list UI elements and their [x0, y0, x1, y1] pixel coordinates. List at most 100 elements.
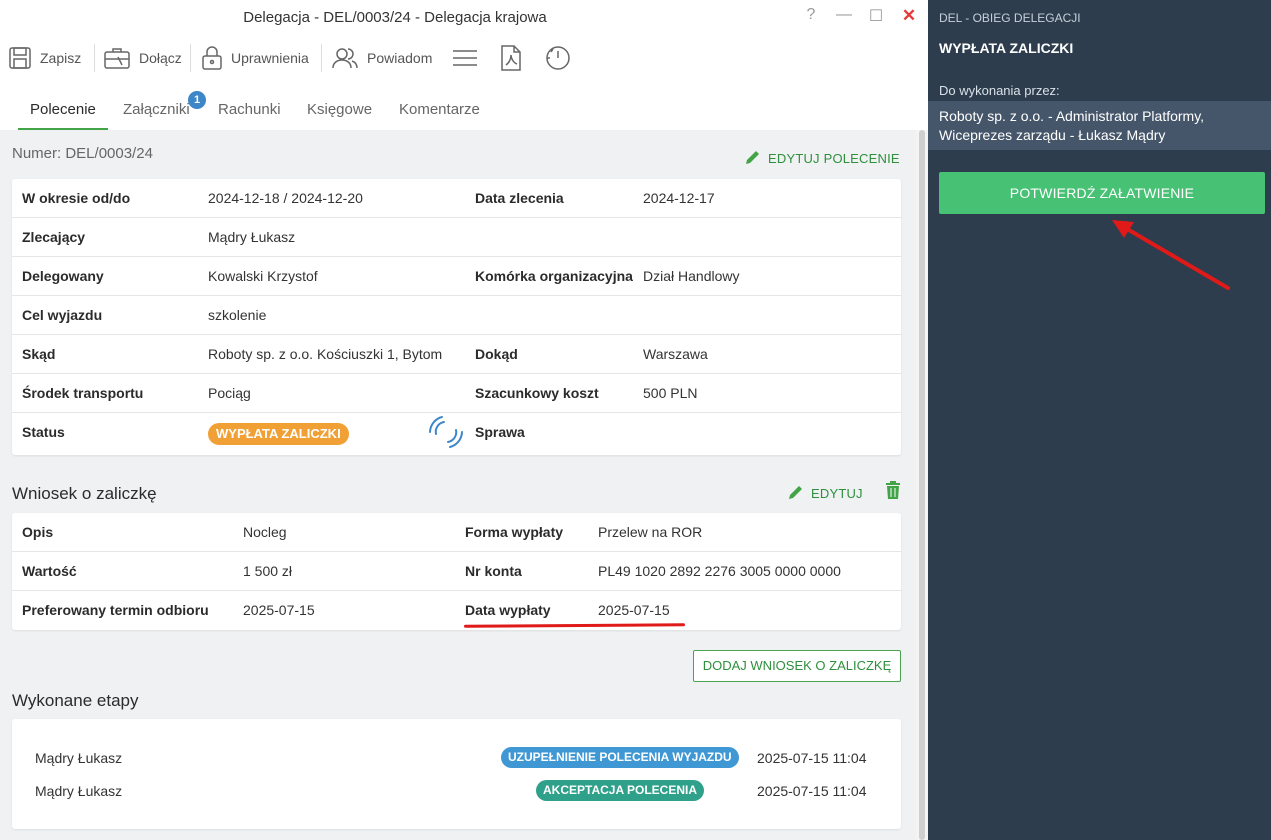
save-icon: [8, 46, 32, 70]
menu-button[interactable]: [452, 38, 478, 78]
field-label: Wartość: [22, 563, 77, 579]
toolbar-divider: [94, 44, 95, 72]
order-row: Skąd Roboty sp. z o.o. Kościuszki 1, Byt…: [12, 335, 901, 374]
order-row: Zlecający Mądry Łukasz: [12, 218, 901, 257]
field-label: Skąd: [22, 346, 56, 362]
field-label: W okresie od/do: [22, 190, 131, 206]
tab-bar: Polecenie Załączniki Rachunki Księgowe K…: [0, 92, 928, 130]
tab-ksiegowe[interactable]: Księgowe: [307, 92, 372, 130]
document-number: Numer: DEL/0003/24: [12, 145, 153, 162]
field-label: Delegowany: [22, 268, 104, 284]
stage-badge: UZUPEŁNIENIE POLECENIA WYJAZDU: [501, 747, 739, 768]
field-label: Sprawa: [475, 424, 525, 440]
pdf-button[interactable]: [500, 38, 522, 78]
toolbar-divider: [190, 44, 191, 72]
field-label: Forma wypłaty: [465, 524, 564, 540]
notify-button[interactable]: Powiadom: [331, 38, 432, 78]
pencil-icon: [744, 148, 762, 169]
field-value: 2024-12-17: [643, 190, 715, 206]
field-label: Szacunkowy koszt: [475, 385, 599, 401]
assignee-value: Roboty sp. z o.o. - Administrator Platfo…: [928, 101, 1271, 150]
field-value: Pociąg: [208, 385, 251, 401]
field-label: Cel wyjazdu: [22, 307, 103, 323]
field-value: Przelew na ROR: [598, 524, 703, 540]
toolbar-divider: [321, 44, 322, 72]
advance-row: Preferowany termin odbioru 2025-07-15 Da…: [12, 591, 901, 630]
attachments-count-badge: 1: [188, 91, 206, 109]
delegation-window: Delegacja - DEL/0003/24 - Delegacja kraj…: [0, 0, 928, 840]
stage-badge: AKCEPTACJA POLECENIA: [536, 780, 705, 801]
workflow-panel: DEL - OBIEG DELEGACJI WYPŁATA ZALICZKI D…: [928, 0, 1271, 840]
workflow-name: DEL - OBIEG DELEGACJI: [939, 11, 1081, 25]
lock-icon: [201, 45, 223, 71]
pdf-icon: [500, 45, 522, 71]
tab-zalaczniki[interactable]: Załączniki: [123, 92, 190, 130]
field-value: Nocleg: [243, 524, 287, 540]
field-value: Mądry Łukasz: [208, 229, 296, 245]
save-button[interactable]: Zapisz: [8, 38, 81, 78]
history-button[interactable]: [545, 38, 571, 78]
save-label: Zapisz: [40, 50, 82, 66]
trash-icon[interactable]: [885, 481, 901, 502]
field-label: Status: [22, 424, 65, 440]
field-value: Dział Handlowy: [643, 268, 740, 284]
order-row: Środek transportu Pociąg Szacunkowy kosz…: [12, 374, 901, 413]
briefcase-icon: [103, 46, 131, 70]
advance-details-card: Opis Nocleg Forma wypłaty Przelew na ROR…: [12, 513, 901, 630]
edit-advance-button[interactable]: EDYTUJ: [787, 483, 863, 504]
stage-time: 2025-07-15 11:04: [757, 750, 867, 766]
edit-order-label: EDYTUJ POLECENIE: [768, 151, 900, 166]
users-icon: [331, 46, 359, 70]
field-value: 2025-07-15: [243, 602, 315, 618]
stage-time: 2025-07-15 11:04: [757, 783, 867, 799]
order-row: W okresie od/do 2024-12-18 / 2024-12-20 …: [12, 179, 901, 218]
field-value: Roboty sp. z o.o. Kościuszki 1, Bytom: [208, 346, 443, 362]
stage-row: Mądry Łukasz AKCEPTACJA POLECENIA 2025-0…: [12, 777, 901, 805]
history-icon: [545, 45, 571, 71]
stage-person: Mądry Łukasz: [35, 750, 123, 766]
maximize-button[interactable]: ☐: [866, 6, 886, 26]
attach-button[interactable]: Dołącz: [103, 38, 182, 78]
menu-icon: [452, 48, 478, 68]
field-value: PL49 1020 2892 2276 3005 0000 0000: [598, 563, 841, 579]
tab-polecenie[interactable]: Polecenie: [18, 92, 108, 130]
content-area: Numer: DEL/0003/24 EDYTUJ POLECENIE W ok…: [0, 130, 916, 840]
annotation-arrow-icon: [1100, 210, 1240, 303]
field-value: 500 PLN: [643, 385, 698, 401]
advance-row: Opis Nocleg Forma wypłaty Przelew na ROR: [12, 513, 901, 552]
field-label: Opis: [22, 524, 54, 540]
order-row: Delegowany Kowalski Krzystof Komórka org…: [12, 257, 901, 296]
stage-row: Mądry Łukasz UZUPEŁNIENIE POLECENIA WYJA…: [12, 744, 901, 772]
field-label: Preferowany termin odbioru: [22, 602, 209, 618]
permissions-button[interactable]: Uprawnienia: [201, 38, 309, 78]
edit-order-button[interactable]: EDYTUJ POLECENIE: [744, 148, 900, 169]
tab-rachunki[interactable]: Rachunki: [218, 92, 281, 130]
assignee-label: Do wykonania przez:: [939, 83, 1060, 98]
toolbar: Zapisz Dołącz Uprawnienia Powiadom: [0, 38, 928, 78]
close-button[interactable]: ✕: [899, 6, 919, 26]
field-label: Data zlecenia: [475, 190, 564, 206]
title-bar: Delegacja - DEL/0003/24 - Delegacja kraj…: [0, 0, 928, 34]
notify-label: Powiadom: [367, 50, 433, 66]
add-advance-request-button[interactable]: DODAJ WNIOSEK O ZALICZKĘ: [693, 650, 901, 682]
tab-komentarze[interactable]: Komentarze: [399, 92, 480, 130]
minimize-button[interactable]: —: [834, 6, 854, 24]
field-label: Środek transportu: [22, 385, 144, 401]
confirm-completion-button[interactable]: POTWIERDŹ ZAŁATWIENIE: [939, 172, 1265, 214]
advance-row: Wartość 1 500 zł Nr konta PL49 1020 2892…: [12, 552, 901, 591]
pencil-icon: [787, 483, 805, 504]
advance-section-title: Wniosek o zaliczkę: [12, 484, 157, 503]
workflow-step-title: WYPŁATA ZALICZKI: [939, 40, 1074, 56]
field-label: Komórka organizacyjna: [475, 268, 633, 284]
edit-advance-label: EDYTUJ: [811, 486, 863, 501]
scrollbar-thumb[interactable]: [919, 130, 925, 840]
help-button[interactable]: ?: [801, 6, 821, 24]
window-title: Delegacja - DEL/0003/24 - Delegacja kraj…: [243, 9, 547, 26]
field-value: 1 500 zł: [243, 563, 293, 579]
status-badge: WYPŁATA ZALICZKI: [208, 423, 349, 445]
field-label: Dokąd: [475, 346, 518, 362]
loading-spinner-icon: [424, 410, 468, 457]
permissions-label: Uprawnienia: [231, 50, 309, 66]
field-label: Nr konta: [465, 563, 522, 579]
attach-label: Dołącz: [139, 50, 182, 66]
